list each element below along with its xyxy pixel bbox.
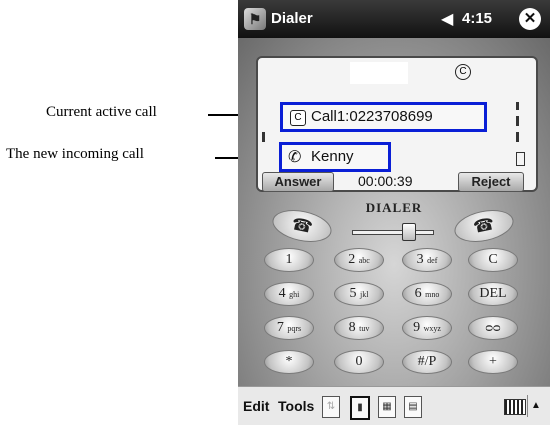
- key-label: 0: [355, 354, 363, 369]
- call-timer: 00:00:39: [358, 173, 413, 189]
- key-plus[interactable]: +: [468, 350, 518, 374]
- battery-icon: [516, 152, 525, 166]
- key-letters: tuv: [359, 324, 370, 333]
- voicemail-icon: ᴑᴑ: [485, 320, 501, 335]
- key-4[interactable]: 4 ghi: [264, 282, 314, 306]
- pocket-pc-screen: ⚑ Dialer ◀ 4:15 ✕ C C Call1:0223708699 ✆…: [238, 0, 550, 425]
- key-label: 3: [416, 252, 424, 267]
- key-label: 9: [413, 320, 421, 335]
- phone-icon: C: [290, 110, 306, 126]
- key-label: 2: [348, 252, 356, 267]
- speaker-icon[interactable]: ◀: [441, 9, 453, 29]
- key-delete[interactable]: DEL: [468, 282, 518, 306]
- active-call-entry[interactable]: C Call1:0223708699: [280, 102, 487, 132]
- key-letters: def: [427, 256, 438, 265]
- menu-bar: Edit Tools ⇅ ▮ ▦ ▤ ▲: [238, 386, 550, 425]
- key-label: 8: [348, 320, 356, 335]
- key-label: 4: [278, 286, 286, 301]
- key-label: 1: [285, 252, 293, 267]
- incoming-phone-icon: ✆: [288, 149, 302, 166]
- key-label: *: [285, 354, 293, 369]
- key-clear[interactable]: C: [468, 248, 518, 272]
- swap-call-icon[interactable]: ⇅: [322, 396, 340, 418]
- speed-dial-icon[interactable]: ▦: [378, 396, 396, 418]
- close-icon[interactable]: ✕: [519, 8, 541, 30]
- key-2[interactable]: 2 abc: [334, 248, 384, 272]
- signal-bar-icon: [262, 132, 265, 142]
- key-letters: abc: [358, 256, 370, 265]
- key-label: +: [489, 354, 497, 369]
- signal-bar-icon: [516, 116, 519, 126]
- key-9[interactable]: 9 wxyz: [402, 316, 452, 340]
- windows-flag-icon[interactable]: ⚑: [244, 8, 266, 30]
- reject-button[interactable]: Reject: [458, 172, 524, 192]
- key-label: 7: [276, 320, 284, 335]
- key-3[interactable]: 3 def: [402, 248, 452, 272]
- phone-handset-icon[interactable]: ▮: [350, 396, 370, 420]
- active-call-text: Call1:0223708699: [311, 108, 433, 125]
- input-menu-arrow-icon[interactable]: ▲: [527, 395, 544, 417]
- voicemail-key[interactable]: ᴑᴑ: [468, 316, 518, 340]
- signal-bar-icon: [516, 132, 519, 142]
- call-log-icon[interactable]: ▤: [404, 396, 422, 418]
- key-1[interactable]: 1: [264, 248, 314, 272]
- dialer-body: C C Call1:0223708699 ✆ Kenny Answer 00:0…: [238, 38, 550, 386]
- title-bar: ⚑ Dialer ◀ 4:15 ✕: [238, 0, 550, 38]
- call-status-icon: C: [455, 64, 471, 80]
- key-star[interactable]: *: [264, 350, 314, 374]
- volume-slider-thumb[interactable]: [402, 223, 416, 241]
- key-7[interactable]: 7 pqrs: [264, 316, 314, 340]
- incoming-caller-name: Kenny: [311, 148, 354, 165]
- incoming-call-label: The new incoming call: [6, 146, 144, 162]
- key-letters: wxyz: [423, 324, 441, 333]
- key-label: DEL: [479, 286, 507, 301]
- answer-button[interactable]: Answer: [262, 172, 334, 192]
- signal-bar-icon: [516, 102, 519, 110]
- key-letters: jkl: [360, 290, 369, 299]
- key-label: #/P: [417, 354, 437, 369]
- key-letters: pqrs: [287, 324, 302, 333]
- key-label: 6: [414, 286, 422, 301]
- clock[interactable]: 4:15: [462, 10, 492, 27]
- key-6[interactable]: 6 mno: [402, 282, 452, 306]
- display-blank-area: [350, 62, 408, 84]
- key-label: C: [488, 252, 498, 267]
- app-title: Dialer: [271, 10, 313, 27]
- menu-tools[interactable]: Tools: [278, 398, 314, 414]
- key-letters: ghi: [289, 290, 300, 299]
- key-8[interactable]: 8 tuv: [334, 316, 384, 340]
- menu-edit[interactable]: Edit: [243, 398, 269, 414]
- key-letters: mno: [425, 290, 440, 299]
- key-hash-pause[interactable]: #/P: [402, 350, 452, 374]
- key-label: 5: [349, 286, 357, 301]
- key-0[interactable]: 0: [334, 350, 384, 374]
- keyboard-icon[interactable]: [504, 399, 526, 415]
- key-5[interactable]: 5 jkl: [334, 282, 384, 306]
- incoming-call-entry[interactable]: ✆ Kenny: [279, 142, 391, 172]
- current-call-label: Current active call: [46, 104, 157, 120]
- volume-slider[interactable]: [352, 230, 434, 235]
